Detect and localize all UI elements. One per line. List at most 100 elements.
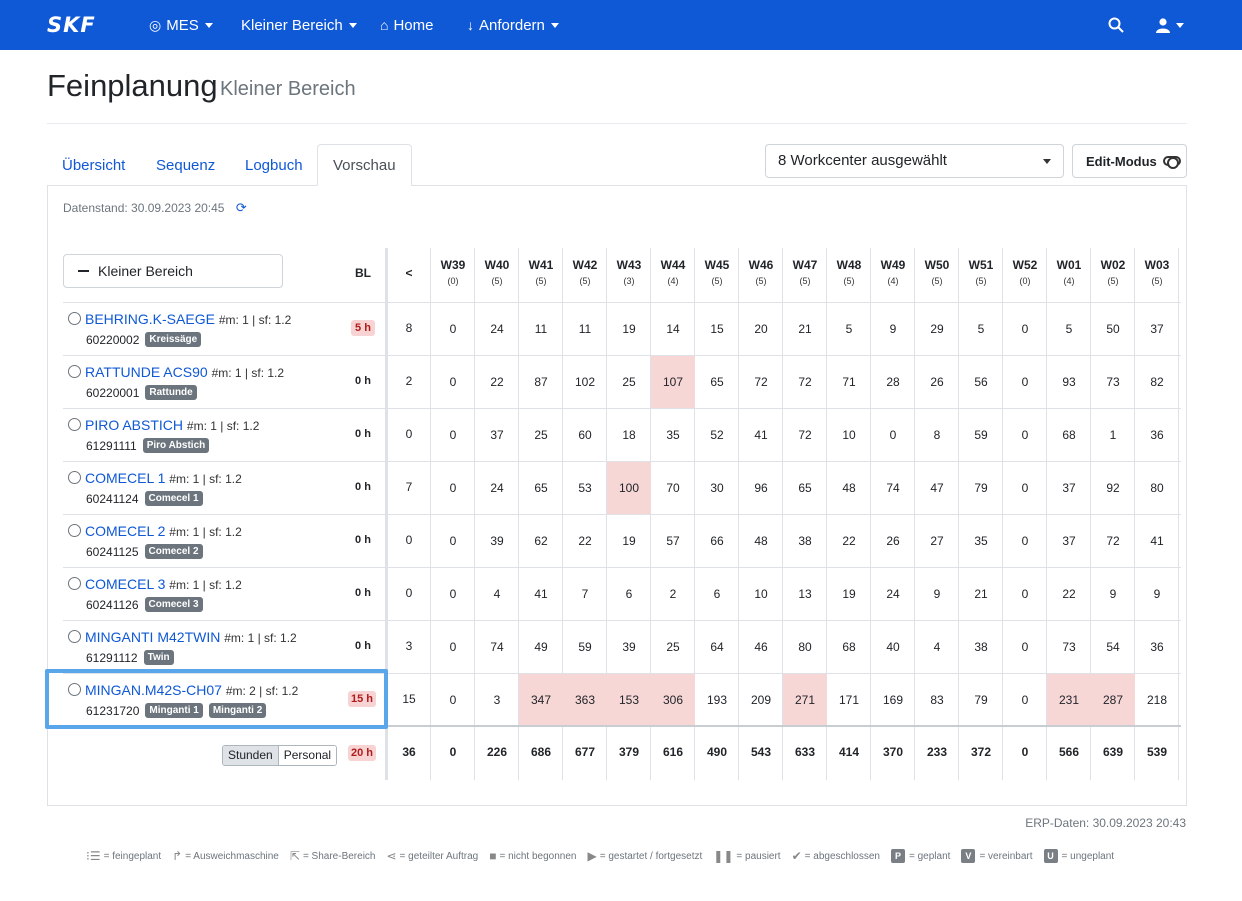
machine-badge: Twin [143,650,174,665]
week-value-cell: 6 [713,587,721,601]
workcenter-name: RATTUNDE ACS90 #m: 1 | sf: 1.2 [68,364,284,380]
group-collapse-button[interactable]: Kleiner Bereich [63,254,283,288]
week-value-cell: 11 [578,322,592,336]
workcenter-number: 60220002 [86,332,140,347]
arrow-down-icon: ↓ [467,17,474,33]
backlog-value: 0 h [355,428,371,440]
week-value-cell: 0 [449,322,457,336]
week-value-cell: 171 [838,693,860,707]
total-value-cell: 543 [750,745,772,759]
tab-logbuch[interactable]: Logbuch [230,144,318,186]
workcenter-radio[interactable] [68,524,81,537]
week-workdays: (4) [1063,276,1075,286]
week-value-cell: 287 [1091,674,1135,726]
nav-mes[interactable]: ◎ MES [149,0,213,50]
week-value-cell: 22 [842,534,856,548]
workcenter-link[interactable]: RATTUNDE ACS90 [85,364,208,380]
week-label: W44 [660,258,686,272]
week-value-cell: 49 [534,640,548,654]
unit-personal-button[interactable]: Personal [277,746,337,765]
tab-vorschau[interactable]: Vorschau [317,144,412,186]
week-label: W49 [880,258,906,272]
user-menu[interactable] [1156,0,1184,50]
workcenter-radio[interactable] [68,365,81,378]
week-value-cell: 0 [449,587,457,601]
week-value-cell: 100 [607,462,651,514]
unit-stunden-button[interactable]: Stunden [223,746,278,765]
workcenter-radio[interactable] [68,630,81,643]
tab-sequenz[interactable]: Sequenz [141,144,230,186]
workcenter-meta: #m: 1 | sf: 1.2 [169,578,242,592]
legend-text: = geteilter Auftrag [399,850,479,862]
workcenter-link[interactable]: MINGAN.M42S-CH07 [85,682,222,698]
workcenter-link[interactable]: COMECEL 2 [85,523,165,539]
week-value-cell: 25 [534,428,548,442]
workcenter-details: 61291112 Twin [86,650,174,665]
week-value-cell: 153 [607,674,651,726]
legend-item: ❚❚ = pausiert [713,849,780,863]
week-label: W51 [968,258,994,272]
workcenter-radio[interactable] [68,577,81,590]
week-value-cell: 271 [783,674,827,726]
overdue-value: 15 [402,692,416,706]
overdue-value: 0 [405,533,413,547]
machine-badge: Rattunde [145,385,197,400]
nav-kleiner-bereich[interactable]: Kleiner Bereich [241,0,357,50]
caret-down-icon [348,22,357,28]
workcenter-select[interactable]: 8 Workcenter ausgewählt [765,144,1064,178]
week-value-cell: 5 [845,322,853,336]
week-value-cell: 68 [842,640,856,654]
search-button[interactable] [1108,0,1124,50]
week-workdays: (5) [755,276,767,286]
workcenter-radio[interactable] [68,312,81,325]
workcenter-name: BEHRING.K-SAEGE #m: 1 | sf: 1.2 [68,311,291,327]
workcenter-link[interactable]: MINGANTI M42TWIN [85,629,220,645]
week-value-cell: 24 [490,322,504,336]
machine-badge: Piro Abstich [142,438,210,453]
home-icon: ⌂ [380,17,389,33]
week-value-cell: 231 [1047,674,1091,726]
week-label: W43 [616,258,642,272]
p-badge-icon: P [891,849,905,863]
week-workdays: (5) [1107,276,1119,286]
week-header: W43 (3) [607,258,651,286]
workcenter-link[interactable]: PIRO ABSTICH [85,417,183,433]
workcenter-name: MINGAN.M42S-CH07 #m: 2 | sf: 1.2 [68,682,298,698]
week-header: W03 (5) [1135,258,1179,286]
workcenter-details: 60241126 Comecel 3 [86,597,203,612]
week-label: W45 [704,258,730,272]
week-value-cell: 15 [710,322,724,336]
week-value-cell: 59 [974,428,988,442]
workcenter-details: 61291111 Piro Abstich [86,438,210,453]
legend-text: = ungeplant [1061,850,1115,862]
week-value-cell: 80 [798,640,812,654]
workcenter-radio[interactable] [68,683,81,696]
week-value-cell: 70 [666,481,680,495]
nav-home[interactable]: ⌂ Home [380,0,433,50]
week-value-cell: 65 [710,375,724,389]
workcenter-radio[interactable] [68,418,81,431]
brand-logo[interactable]: SKF [47,13,96,37]
week-value-cell: 39 [490,534,504,548]
workcenter-link[interactable]: COMECEL 1 [85,470,165,486]
workcenter-radio[interactable] [68,471,81,484]
edit-mode-toggle[interactable]: Edit-Modus [1072,144,1187,178]
machine-badge: Comecel 1 [144,491,203,506]
caret-down-icon [204,22,213,28]
week-value-cell: 93 [1062,375,1076,389]
week-value-cell: 37 [1150,322,1164,336]
workcenter-link[interactable]: COMECEL 3 [85,576,165,592]
workcenter-link[interactable]: BEHRING.K-SAEGE [85,311,215,327]
week-value-cell: 0 [1021,481,1029,495]
total-value-cell: 379 [618,745,640,759]
nav-anfordern[interactable]: ↓ Anfordern [467,0,559,50]
refresh-icon[interactable]: ⟳ [236,200,247,215]
machine-badge: Kreissäge [145,332,202,347]
week-value-cell: 2 [669,587,677,601]
tab-uebersicht[interactable]: Übersicht [47,144,140,186]
week-header: W50 (5) [915,258,959,286]
workcenter-name: COMECEL 3 #m: 1 | sf: 1.2 [68,576,242,592]
week-value-cell: 306 [651,674,695,726]
week-value-cell: 0 [449,640,457,654]
week-value-cell: 52 [710,428,724,442]
